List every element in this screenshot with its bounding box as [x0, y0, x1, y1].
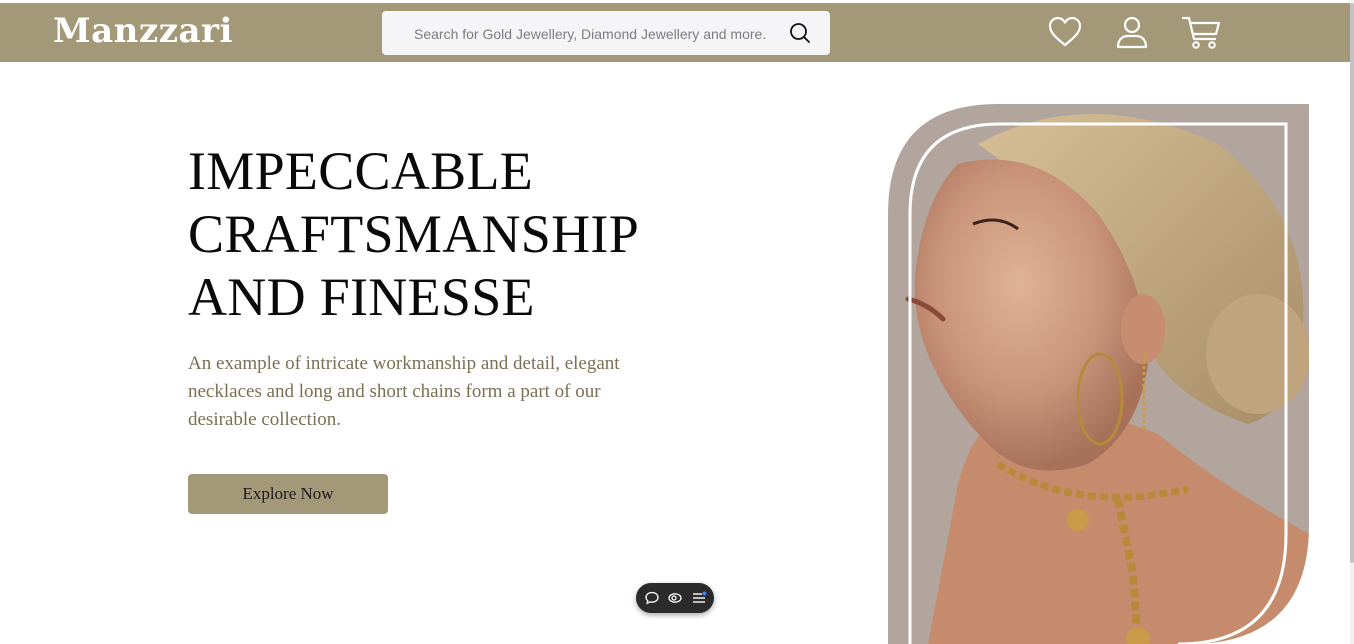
user-icon[interactable]: [1114, 15, 1150, 51]
search-icon[interactable]: [788, 21, 812, 45]
heart-icon[interactable]: [1047, 15, 1083, 51]
cart-icon[interactable]: [1182, 15, 1222, 51]
hero-title: IMPECCABLE CRAFTSMANSHIP AND FINESSE: [188, 140, 688, 329]
hero-title-line: AND FINESSE: [188, 267, 535, 327]
search-bar: [382, 11, 830, 55]
hero-description: An example of intricate workmanship and …: [188, 353, 620, 430]
list-icon[interactable]: [691, 590, 707, 606]
floating-toolbar: [636, 583, 714, 613]
search-input[interactable]: [412, 22, 768, 46]
site-header: Manzzari: [0, 3, 1350, 62]
brand-logo[interactable]: Manzzari: [53, 11, 233, 51]
scrollbar-thumb[interactable]: [1350, 3, 1354, 563]
page-scrollbar[interactable]: [1350, 0, 1354, 644]
hero-model-image: [888, 104, 1309, 644]
chat-icon[interactable]: [644, 590, 660, 606]
explore-now-button[interactable]: Explore Now: [188, 474, 388, 514]
hero-title-line: CRAFTSMANSHIP: [188, 204, 640, 264]
eye-icon[interactable]: [667, 590, 683, 606]
hero-title-line: IMPECCABLE: [188, 141, 534, 201]
